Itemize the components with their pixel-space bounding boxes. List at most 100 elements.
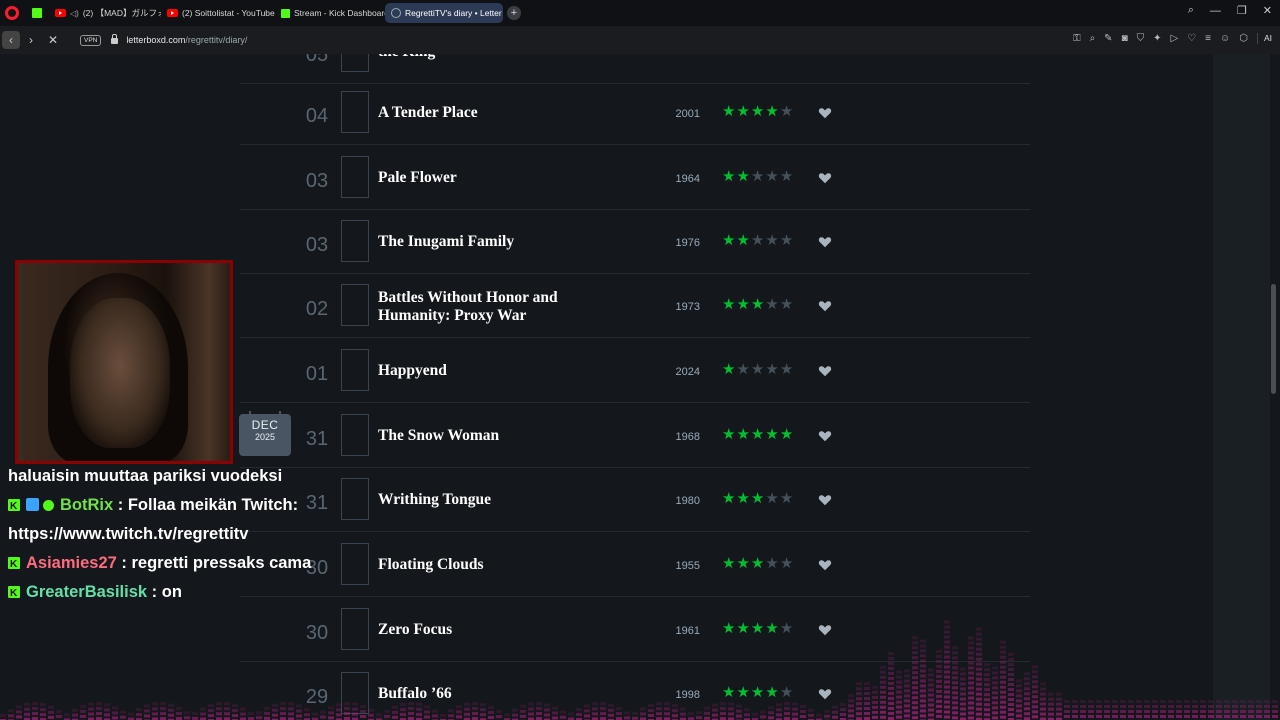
like-heart-icon[interactable] <box>818 558 832 572</box>
film-year[interactable]: 1961 <box>660 625 700 637</box>
film-poster[interactable] <box>341 91 369 133</box>
film-poster[interactable] <box>341 349 369 391</box>
film-year[interactable]: 2024 <box>660 366 700 378</box>
tab-youtube-playlists[interactable]: (2) Soittolistat - YouTube <box>161 3 275 23</box>
film-title[interactable]: A Tender Place <box>378 104 608 122</box>
like-heart-icon[interactable] <box>818 364 832 378</box>
diary-day[interactable]: 04 <box>300 105 334 127</box>
zoom-icon[interactable]: ⌕ <box>1090 33 1096 44</box>
like-heart-icon[interactable] <box>818 429 832 443</box>
wallet-icon[interactable]: ⬡ <box>1239 33 1248 44</box>
film-title[interactable]: The Snow Woman <box>378 427 608 445</box>
film-title[interactable]: Battles Without Honor and Humanity: Prox… <box>378 289 608 325</box>
star-icon: ★ <box>722 168 736 185</box>
diary-day[interactable]: 02 <box>300 298 334 320</box>
minimize-button[interactable]: — <box>1210 5 1221 17</box>
like-heart-icon[interactable] <box>818 493 832 507</box>
youtube-icon <box>55 9 66 17</box>
kick-icon <box>281 8 290 18</box>
film-title[interactable]: The Inugami Family <box>378 233 608 251</box>
star-icon: ★ <box>750 232 765 249</box>
diary-row: 03 Pale Flower 1964 ★ ★ ★ ★ ★ <box>240 146 1030 210</box>
like-heart-icon[interactable] <box>818 623 832 637</box>
film-title[interactable]: Happyend <box>378 362 608 380</box>
like-heart-icon[interactable] <box>818 171 832 185</box>
film-poster[interactable] <box>341 220 369 262</box>
key-icon[interactable]: ⚿ <box>1073 33 1081 44</box>
like-heart-icon[interactable] <box>818 687 832 701</box>
film-year[interactable]: 1998 <box>660 689 700 701</box>
url-field[interactable]: letterboxd.com/regrettitv/diary/ <box>126 35 247 45</box>
camera-icon[interactable]: ◙ <box>1122 33 1128 44</box>
star-icon: ★ <box>779 168 794 185</box>
film-title[interactable]: the King <box>378 54 608 61</box>
shield-icon[interactable]: ⛉ <box>1137 33 1145 44</box>
profile-icon[interactable]: ☺ <box>1220 33 1230 44</box>
film-year[interactable]: 1976 <box>660 237 700 249</box>
tab-youtube-mad[interactable]: ◁) (2) 【MAD】ガルフォース <box>49 3 161 23</box>
film-year[interactable]: 2001 <box>660 108 700 120</box>
film-poster[interactable] <box>341 608 369 650</box>
play-icon[interactable]: ▷ <box>1171 33 1179 44</box>
diary-day[interactable]: 30 <box>300 622 334 644</box>
film-title[interactable]: Writhing Tongue <box>378 491 608 509</box>
diary-day[interactable]: 31 <box>300 428 334 450</box>
lock-icon[interactable] <box>111 34 119 44</box>
forward-button[interactable]: › <box>20 29 42 51</box>
star-icon: ★ <box>736 555 750 572</box>
diary-row: 29 Buffalo ’66 1998 ★ ★ ★ ★ ★ <box>240 662 1030 720</box>
like-heart-icon[interactable] <box>818 235 832 249</box>
film-poster[interactable] <box>341 156 369 198</box>
vpn-badge[interactable]: VPN <box>80 34 102 46</box>
film-poster[interactable] <box>341 543 369 585</box>
star-icon: ★ <box>736 168 750 185</box>
scrollbar-thumb[interactable] <box>1271 284 1276 394</box>
film-poster[interactable] <box>341 414 369 456</box>
restore-button[interactable]: ❐ <box>1237 4 1247 17</box>
new-tab-button[interactable]: + <box>507 6 521 20</box>
ai-button[interactable]: AI <box>1256 33 1272 44</box>
film-year[interactable]: 1964 <box>660 173 700 185</box>
chat-line: GreaterBasilisk : on <box>8 578 318 608</box>
opera-logo-icon[interactable] <box>5 6 19 20</box>
chat-username: BotRix <box>60 496 114 514</box>
diary-day[interactable]: 29 <box>300 686 334 708</box>
star-icon: ★ <box>765 426 779 443</box>
pinned-kick-tab[interactable] <box>25 2 49 24</box>
star-icon: ★ <box>736 620 750 637</box>
diary-day[interactable]: 03 <box>300 234 334 256</box>
film-title[interactable]: Pale Flower <box>378 169 608 187</box>
like-heart-icon[interactable] <box>818 299 832 313</box>
diary-day[interactable]: 01 <box>300 363 334 385</box>
audio-icon[interactable]: ◁) <box>70 9 79 18</box>
film-year[interactable]: 1968 <box>660 431 700 443</box>
close-button[interactable]: ✕ <box>1263 4 1272 17</box>
star-icon: ★ <box>765 296 779 313</box>
extension-icon[interactable]: ✦ <box>1153 33 1161 44</box>
menu-icon[interactable]: ≡ <box>1205 33 1211 44</box>
back-button[interactable]: ‹ <box>2 31 20 49</box>
stop-loading-button[interactable]: ✕ <box>42 29 64 51</box>
film-poster[interactable] <box>341 672 369 714</box>
film-poster[interactable] <box>341 284 369 326</box>
star-icon: ★ <box>779 296 794 313</box>
heart-icon[interactable]: ♡ <box>1187 33 1196 44</box>
film-title[interactable]: Floating Clouds <box>378 556 608 574</box>
film-poster[interactable] <box>341 478 369 520</box>
film-title[interactable]: Zero Focus <box>378 621 608 639</box>
film-year[interactable]: 1973 <box>660 301 700 313</box>
film-title[interactable]: Buffalo ’66 <box>378 685 608 703</box>
diary-row: 03 The Inugami Family 1976 ★ ★ ★ ★ ★ <box>240 210 1030 274</box>
search-icon[interactable]: ⌕ <box>1188 4 1194 17</box>
diary-day[interactable]: 05 <box>300 54 334 66</box>
tab-letterboxd-diary[interactable]: RegrettiTV's diary • Letter <box>385 3 503 23</box>
like-heart-icon[interactable] <box>818 106 832 120</box>
film-poster[interactable] <box>341 54 369 72</box>
film-year[interactable]: 1980 <box>660 495 700 507</box>
film-year[interactable]: 1955 <box>660 560 700 572</box>
star-icon: ★ <box>765 168 779 185</box>
diary-row: 02 Battles Without Honor and Humanity: Pr… <box>240 274 1030 338</box>
diary-day[interactable]: 03 <box>300 170 334 192</box>
tab-kick-dashboard[interactable]: Stream - Kick Dashboard <box>275 3 385 23</box>
edit-icon[interactable]: ✎ <box>1104 33 1112 44</box>
